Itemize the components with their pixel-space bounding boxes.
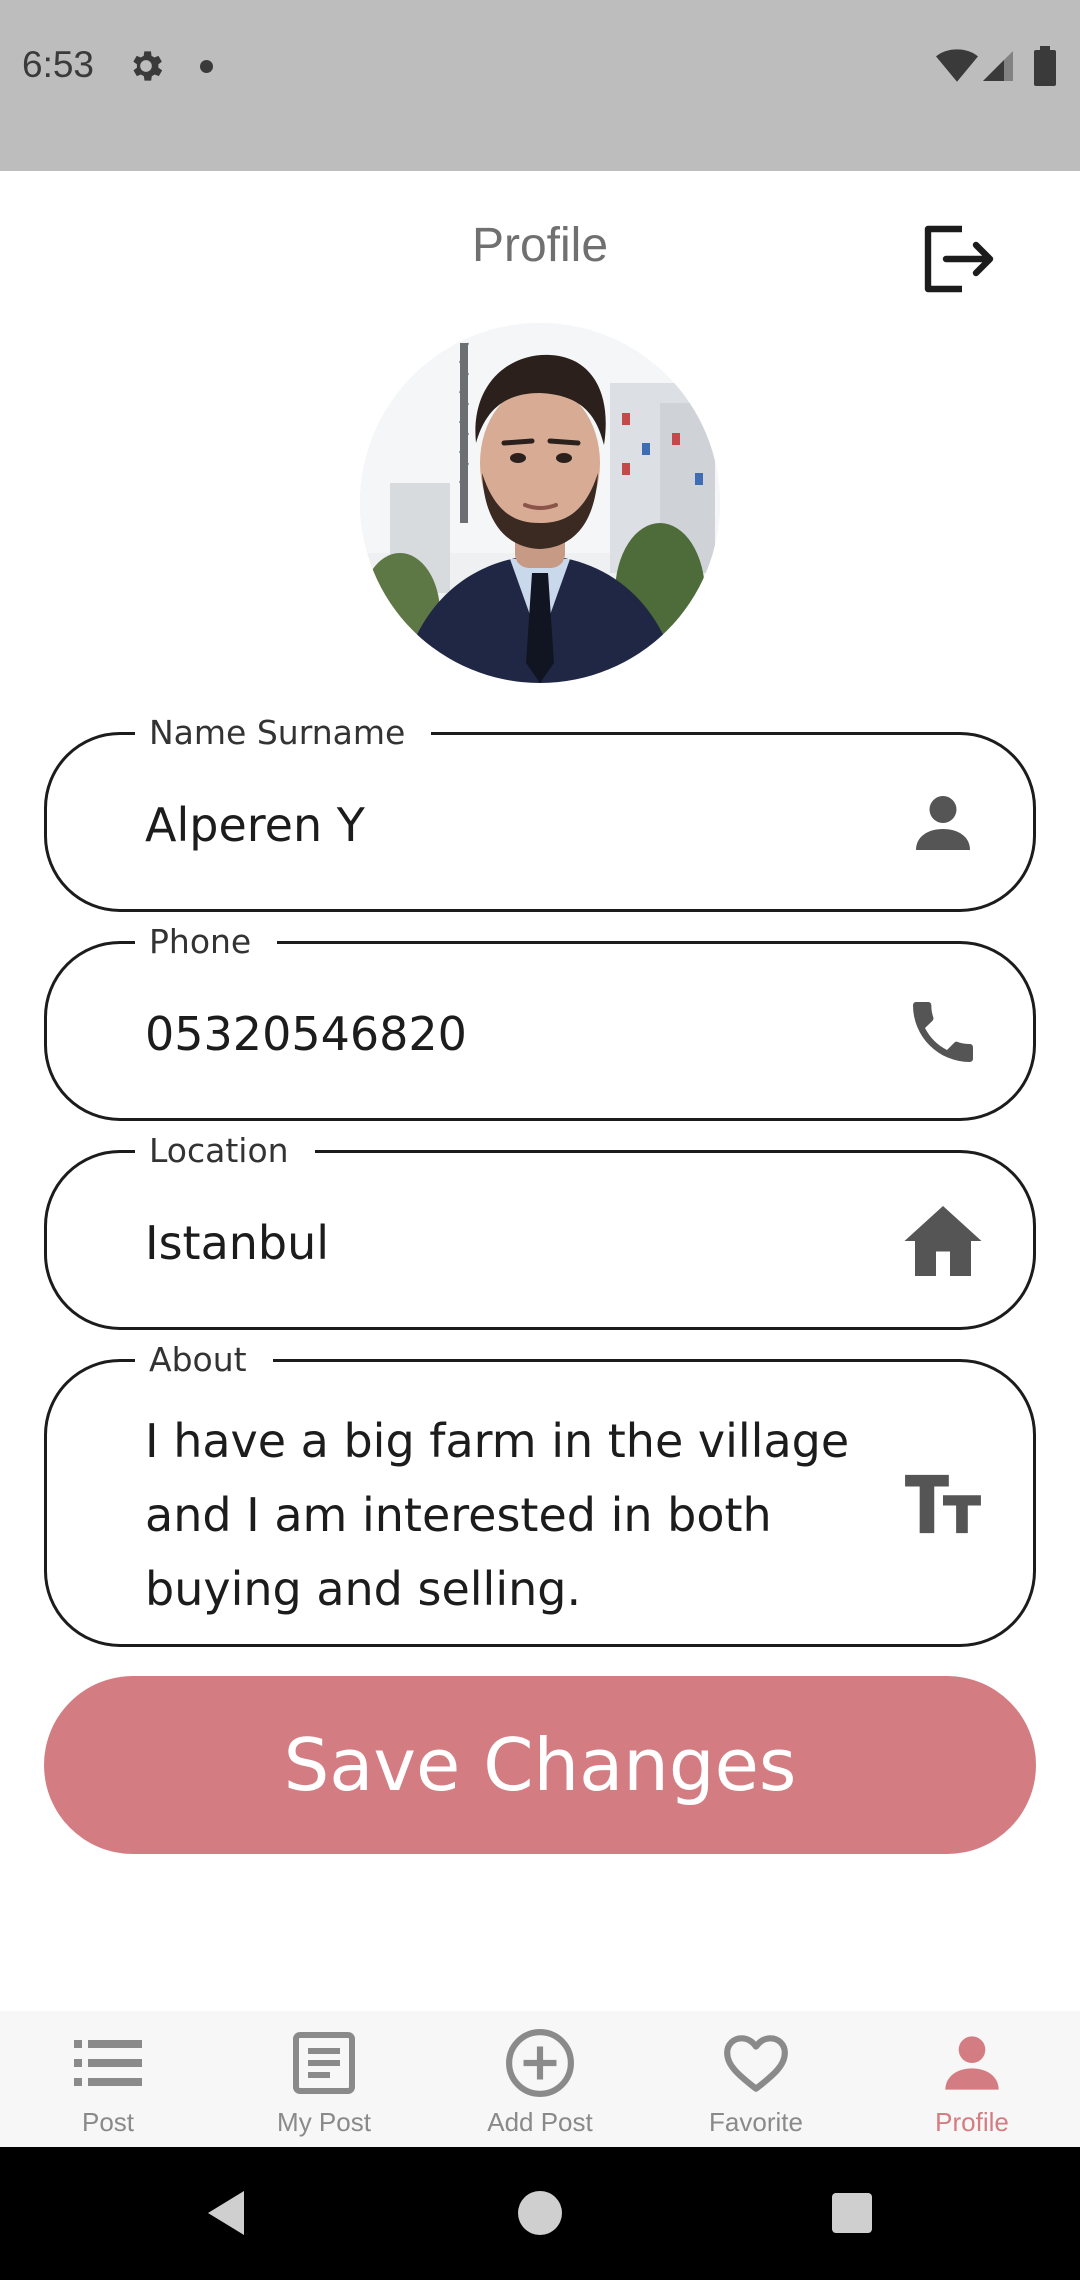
wifi-icon	[936, 49, 978, 82]
home-button-icon[interactable]	[514, 2187, 566, 2239]
phone-icon	[901, 990, 985, 1074]
person-icon	[934, 2025, 1010, 2101]
nav-item-my-post[interactable]: My Post	[216, 2011, 432, 2147]
profile-avatar[interactable]	[360, 323, 720, 683]
status-bar: 6:53	[0, 0, 1080, 171]
name-field-label: Name Surname	[135, 711, 432, 755]
save-changes-button[interactable]: Save Changes	[44, 1676, 1036, 1854]
status-time: 6:53	[22, 44, 95, 85]
bottom-nav: Post My Post Add Post Favorite Profile	[0, 2011, 1080, 2147]
nav-label: Post	[81, 2107, 135, 2137]
notification-dot-icon	[200, 60, 213, 73]
document-icon	[286, 2025, 362, 2101]
text-size-icon	[901, 1462, 985, 1546]
location-field-label: Location	[135, 1129, 315, 1173]
about-line: buying and selling.	[145, 1562, 582, 1616]
name-input[interactable]: Alperen Y	[145, 795, 873, 855]
location-field[interactable]: Location Istanbul	[44, 1129, 1036, 1330]
nav-item-post[interactable]: Post	[0, 2011, 216, 2147]
heart-icon	[718, 2025, 794, 2101]
phone-field[interactable]: Phone 05320546820	[44, 920, 1036, 1121]
about-line: and I am interested in both	[145, 1488, 772, 1542]
system-nav-bar	[0, 2147, 1080, 2280]
nav-label: My Post	[277, 2107, 371, 2137]
nav-label: Add Post	[487, 2107, 593, 2137]
signal-icon	[983, 51, 1013, 81]
list-icon	[70, 2025, 146, 2101]
about-field-label: About	[135, 1338, 273, 1382]
nav-item-profile[interactable]: Profile	[864, 2011, 1080, 2147]
back-icon[interactable]	[200, 2187, 252, 2239]
name-field[interactable]: Name Surname Alperen Y	[44, 711, 1036, 912]
gear-icon	[133, 51, 163, 81]
about-input[interactable]: I have a big farm in the village and I a…	[145, 1404, 873, 1626]
home-icon	[901, 1199, 985, 1283]
nav-item-add-post[interactable]: Add Post	[432, 2011, 648, 2147]
about-field[interactable]: About I have a big farm in the village a…	[44, 1338, 1036, 1647]
add-circle-icon	[502, 2025, 578, 2101]
location-input[interactable]: Istanbul	[145, 1213, 873, 1273]
phone-input[interactable]: 05320546820	[145, 1004, 873, 1064]
profile-photo	[360, 323, 720, 683]
about-line: I have a big farm in the village	[145, 1414, 850, 1468]
logout-button[interactable]	[908, 214, 1008, 304]
nav-item-favorite[interactable]: Favorite	[648, 2011, 864, 2147]
battery-icon	[1034, 46, 1056, 86]
nav-label: Profile	[935, 2107, 1009, 2137]
recents-icon[interactable]	[826, 2187, 878, 2239]
nav-label: Favorite	[709, 2107, 803, 2137]
logout-icon	[924, 225, 994, 293]
phone-field-label: Phone	[135, 920, 278, 964]
person-icon	[901, 781, 985, 865]
